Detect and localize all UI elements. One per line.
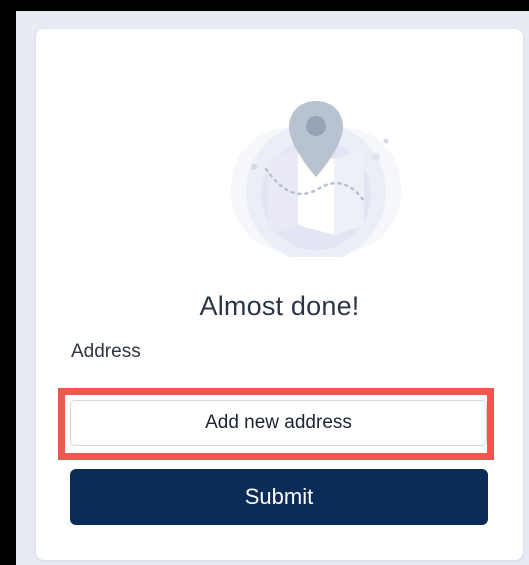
address-label: Address [71,341,141,362]
page-title: Almost done! [199,291,360,321]
add-new-address-button[interactable]: Add new address [70,400,487,446]
map-location-pin-icon [231,101,401,257]
submit-button[interactable]: Submit [70,469,488,525]
